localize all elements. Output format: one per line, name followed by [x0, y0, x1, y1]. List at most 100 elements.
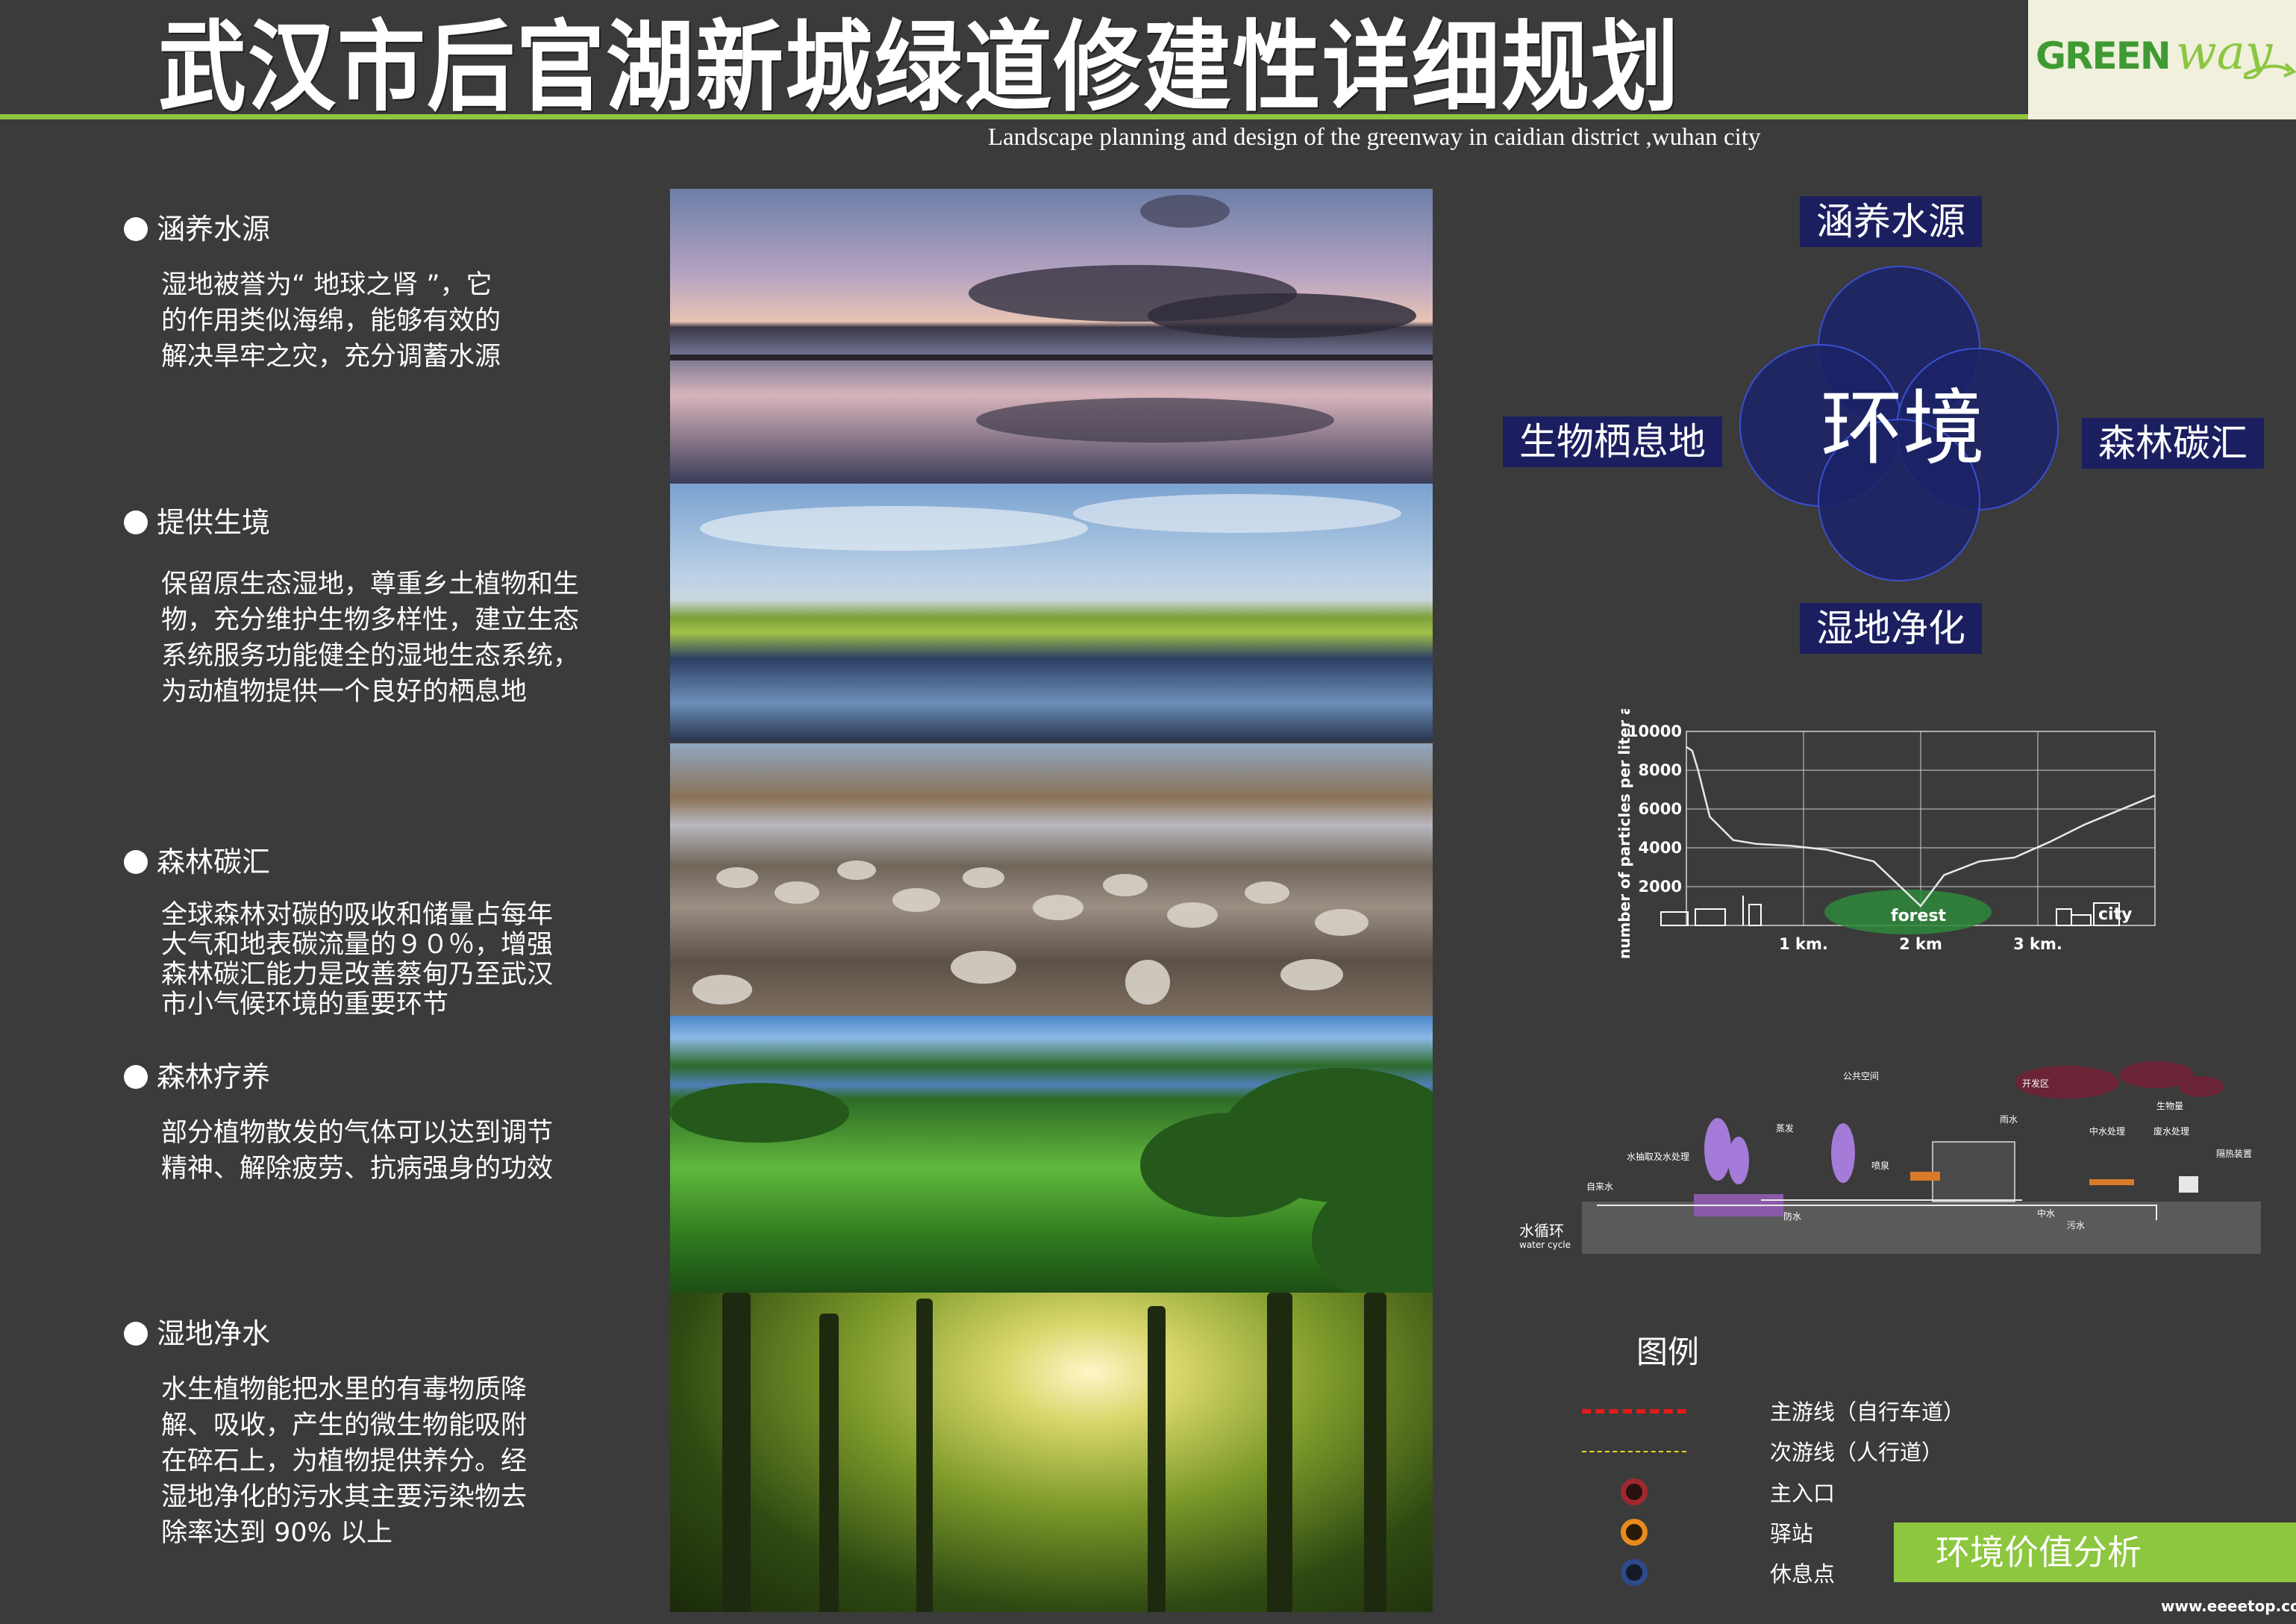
section-line: 为动植物提供一个良好的栖息地 [161, 677, 528, 707]
diagram-label-right: 森林碳汇 [2082, 418, 2264, 469]
chart-ytick-label: 6000 [1639, 800, 1682, 818]
rest-dot-icon [1582, 1558, 1686, 1587]
building-icon [1932, 1141, 2015, 1202]
tree-trunk [1364, 1293, 1386, 1612]
ground-section [1582, 1202, 2261, 1254]
photo-lake-sunset [670, 189, 1433, 484]
tree-trunk [722, 1293, 751, 1612]
page-subtitle: Landscape planning and design of the gre… [988, 124, 1761, 151]
diagram-label-bottom: 湿地净化 [1800, 603, 1982, 654]
diagram-label-top: 涵养水源 [1800, 196, 1982, 247]
section-forest-therapy: 森林疗养 部分植物散发的气体可以达到调节 精神、解除疲劳、抗病强身的功效 [124, 1058, 646, 1187]
wc-label: 中水 [2037, 1208, 2055, 1219]
title-divider [0, 114, 2028, 119]
water-cycle-diagram: 水循环 water cycle 自来水 水抽取及水处理 蒸发 喷泉 公共空间 开… [1519, 1061, 2261, 1254]
diagram-center-label: 环境 [1821, 381, 1985, 476]
tree-trunk [1148, 1306, 1166, 1612]
section-line: 市小气候环境的重要环节 [161, 990, 449, 1019]
legend-item-main-entrance: 主入口 [1582, 1477, 1955, 1507]
bullet-icon [124, 1065, 148, 1089]
water-cycle-label-en: water cycle [1519, 1240, 1571, 1250]
greenway-logo: GREEN way [2028, 0, 2296, 119]
chart-xtick-label: 3 km. [2013, 935, 2062, 953]
water-cycle-label: 水循环 [1519, 1222, 1564, 1240]
particle-line-chart: number of particles per liter air 10000 8… [1615, 709, 2156, 959]
watermark: www.eeeetop.com [2161, 1597, 2296, 1615]
chart-ytick-label: 10000 [1627, 722, 1682, 740]
wc-label: 开发区 [2022, 1078, 2049, 1089]
chart-annotation-city: city [2098, 905, 2132, 924]
bullet-icon [124, 217, 148, 241]
bullet-icon [124, 850, 148, 874]
section-forest-carbon: 森林碳汇 全球森林对碳的吸收和储量占每年 大气和地表碳流量的９０％，增强 森林碳… [124, 843, 646, 1019]
section-line: 湿地净化的污水其主要污染物去 [161, 1482, 528, 1512]
section-line: 在碎石上，为植物提供养分。经 [161, 1446, 528, 1476]
photo-wild-geese [670, 743, 1433, 1016]
section-water-conservation: 涵养水源 湿地被誉为“ 地球之肾 ”，它 的作用类似海绵，能够有效的 解决旱牢之… [124, 210, 646, 375]
wc-label: 生物量 [2156, 1101, 2183, 1111]
geese-shapes [692, 861, 1368, 1005]
legend-item-secondary-route: 次游线（人行道） [1582, 1436, 1955, 1466]
wc-label: 自来水 [1586, 1181, 1613, 1192]
section-line: 物，充分维护生物多样性，建立生态 [161, 605, 580, 635]
section-body: 保留原生态湿地，尊重乡土植物和生 物，充分维护生物多样性，建立生态 系统服务功能… [161, 566, 624, 710]
page-title: 武汉市后官湖新城绿道修建性详细规划 [158, 9, 1681, 125]
tree-trunk [1267, 1293, 1292, 1612]
tree-shapes [670, 1068, 1433, 1293]
wc-label: 公共空间 [1843, 1071, 1879, 1081]
chart-xtick-label: 1 km. [1779, 935, 1828, 953]
section-line: 全球森林对碳的吸收和储量占每年 [161, 900, 554, 930]
wc-label: 防水 [1783, 1211, 1801, 1222]
environment-venn-diagram: 环境 [1739, 266, 2059, 581]
wc-label: 隔热装置 [2216, 1149, 2252, 1159]
section-line: 解、吸收，产生的微生物能吸附 [161, 1411, 528, 1440]
bullet-icon [124, 1322, 148, 1346]
chart-yticks: 10000 8000 6000 4000 2000 [1627, 722, 1682, 896]
photo-forest-meadow [670, 1016, 1433, 1293]
tree-trunk [819, 1314, 839, 1612]
section-heading: 涵养水源 [157, 213, 271, 246]
section-heading: 森林疗养 [157, 1061, 271, 1093]
chart-ytick-label: 4000 [1639, 839, 1682, 857]
legend-item-main-route: 主游线（自行车道） [1582, 1396, 1965, 1425]
legend-label: 驿站 [1770, 1521, 1814, 1546]
legend-title: 图例 [1636, 1334, 1700, 1370]
section-heading: 森林碳汇 [157, 846, 271, 878]
entrance-dot-icon [1582, 1477, 1686, 1507]
tank-icon [2179, 1176, 2198, 1193]
section-badge: 环境价值分析 [1894, 1522, 2296, 1582]
bullet-icon [124, 510, 148, 534]
photo-sunlit-forest [670, 1293, 1433, 1612]
section-line: 保留原生态湿地，尊重乡土植物和生 [161, 569, 580, 599]
legend-label: 主入口 [1770, 1481, 1836, 1506]
station-dot-icon [1582, 1517, 1686, 1547]
legend-label: 休息点 [1770, 1561, 1836, 1587]
tank-icon [1910, 1172, 1940, 1181]
section-heading: 提供生境 [157, 506, 271, 539]
section-body: 全球森林对碳的吸收和储量占每年 大气和地表碳流量的９０％，增强 森林碳汇能力是改… [161, 900, 624, 1019]
chart-ytick-label: 8000 [1639, 761, 1682, 779]
cloud-shapes [700, 494, 1401, 551]
photo-wetland-reeds [670, 484, 1433, 741]
wc-label: 雨水 [2000, 1114, 2018, 1125]
section-line: 湿地被誉为“ 地球之肾 ”，它 [161, 270, 492, 300]
diagram-label-left: 生物栖息地 [1503, 416, 1722, 467]
wc-label: 水抽取及水处理 [1627, 1152, 1689, 1162]
legend-label: 次游线（人行道） [1770, 1440, 1944, 1465]
tree-trunk [916, 1299, 933, 1612]
section-habitat: 提供生境 保留原生态湿地，尊重乡土植物和生 物，充分维护生物多样性，建立生态 系… [124, 504, 646, 710]
wc-label: 喷泉 [1871, 1161, 1889, 1171]
chart-annotation-forest: forest [1891, 907, 1947, 925]
chart-ylabel: number of particles per liter air [1615, 709, 1633, 959]
chart-ytick-label: 2000 [1639, 878, 1682, 896]
wc-label: 污水 [2067, 1220, 2085, 1231]
section-line: 森林碳汇能力是改善蔡甸乃至武汉 [161, 960, 554, 990]
chart-xticks: 1 km. 2 km 3 km. [1779, 935, 2062, 953]
section-line: 部分植物散发的气体可以达到调节 [161, 1118, 554, 1148]
section-line: 的作用类似海绵，能够有效的 [161, 306, 501, 336]
section-line: 解决旱牢之灾，充分调蓄水源 [161, 342, 501, 372]
section-line: 大气和地表碳流量的９０％，增强 [161, 930, 554, 960]
wc-label: 蒸发 [1776, 1122, 1794, 1134]
chart-xtick-label: 2 km [1899, 935, 1942, 953]
section-wetland-purification: 湿地净水 水生植物能把水里的有毒物质降 解、吸收，产生的微生物能吸附 在碎石上，… [124, 1315, 646, 1551]
